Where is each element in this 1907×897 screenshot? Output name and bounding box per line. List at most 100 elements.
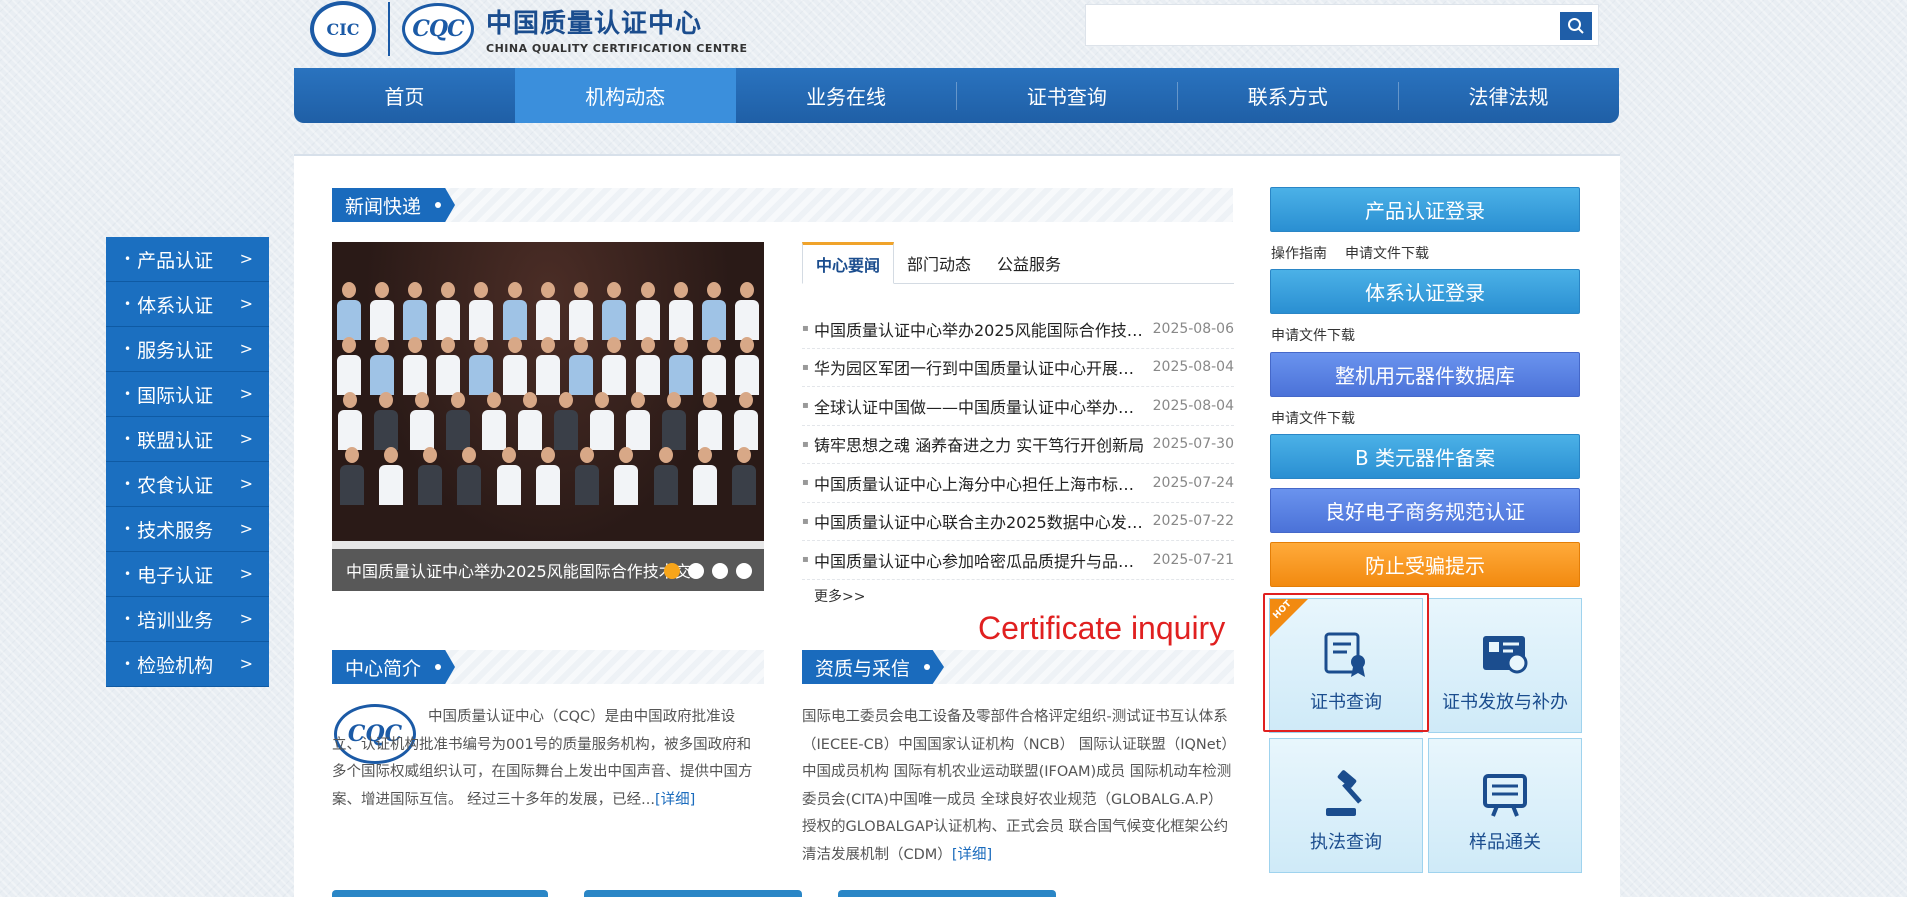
slide-dot[interactable] bbox=[712, 563, 728, 579]
nav-item-business[interactable]: 业务在线 bbox=[736, 68, 957, 123]
more-news-link[interactable]: 更多>> bbox=[814, 586, 865, 606]
slideshow-image bbox=[332, 282, 764, 561]
application-download-link[interactable]: 申请文件下载 bbox=[1345, 243, 1429, 263]
operation-guide-link[interactable]: 操作指南 bbox=[1271, 243, 1327, 263]
law-enforcement-tile[interactable]: 执法查询 bbox=[1269, 738, 1423, 873]
bullet-icon: ▪ bbox=[802, 438, 809, 450]
components-database-button[interactable]: 整机用元器件数据库 bbox=[1270, 352, 1580, 397]
sidebar-item[interactable]: • 培训业务 > bbox=[106, 597, 269, 642]
product-cert-login-button[interactable]: 产品认证登录 bbox=[1270, 187, 1580, 232]
application-download-link[interactable]: 申请文件下载 bbox=[1271, 325, 1355, 345]
sidebar-item-label: 体系认证 bbox=[137, 294, 214, 317]
bullet-icon: ▪ bbox=[802, 361, 809, 373]
list-item[interactable]: ▪ 中国质量认证中心上海分中心担任上海市标准化组织 2025-07-24 bbox=[802, 464, 1234, 503]
sidebar-item-label: 检验机构 bbox=[137, 654, 214, 677]
search-input[interactable] bbox=[1086, 5, 1556, 45]
sidebar-item-label: 产品认证 bbox=[137, 249, 214, 272]
news-date: 2025-08-06 bbox=[1152, 320, 1234, 337]
list-item[interactable]: ▪ 中国质量认证中心参加哈密瓜品质提升与品牌建设 2025-07-21 bbox=[802, 541, 1234, 580]
news-title[interactable]: 华为园区军团一行到中国质量认证中心开展交流 bbox=[814, 355, 1149, 379]
org-name-en: CHINA QUALITY CERTIFICATION CENTRE bbox=[486, 42, 748, 55]
news-title[interactable]: 全球认证中国做——中国质量认证中心举办活动 bbox=[814, 394, 1149, 418]
tab-center-news[interactable]: 中心要闻 bbox=[802, 242, 895, 284]
news-slideshow[interactable]: 中国质量认证中心举办2025风能国际合作技术交 bbox=[332, 242, 764, 591]
news-title[interactable]: 铸牢思想之魂 涵养奋进之力 实干笃行开创新局 bbox=[814, 432, 1149, 456]
sidebar-item[interactable]: • 农食认证 > bbox=[106, 462, 269, 507]
sidebar-item[interactable]: • 技术服务 > bbox=[106, 507, 269, 552]
bullet-icon: • bbox=[124, 432, 132, 446]
gavel-icon bbox=[1326, 770, 1362, 816]
certificate-issue-tile[interactable]: 证书发放与补办 bbox=[1428, 598, 1582, 733]
qualification-text: 国际电工委员会电工设备及零部件合格评定组织-测试证书互认体系（IECEE-CB）… bbox=[802, 704, 1234, 869]
anti-fraud-button[interactable]: 防止受骗提示 bbox=[1270, 542, 1580, 587]
sidebar-item-label: 国际认证 bbox=[137, 384, 214, 407]
news-list: ▪ 中国质量认证中心举办2025风能国际合作技术交流会2025-08-06 ▪ 华为… bbox=[802, 310, 1234, 580]
application-download-link[interactable]: 申请文件下载 bbox=[1271, 408, 1355, 428]
tile-label: 证书发放与补办 bbox=[1442, 692, 1568, 713]
site-logo[interactable]: CIC CQC 中国质量认证中心 CHINA QUALITY CERTIFICA… bbox=[310, 0, 748, 58]
intro-section-header: 中心简介 bbox=[332, 650, 764, 684]
sidebar-item-label: 培训业务 bbox=[137, 609, 214, 632]
sidebar-item[interactable]: • 电子认证 > bbox=[106, 552, 269, 597]
nav-item-home[interactable]: 首页 bbox=[294, 68, 515, 123]
cic-logo: CIC bbox=[310, 1, 376, 57]
system-cert-login-button[interactable]: 体系认证登录 bbox=[1270, 269, 1580, 314]
chevron-right-icon: > bbox=[239, 564, 253, 583]
news-section-header: 新闻快递 bbox=[332, 188, 1233, 222]
sidebar-item[interactable]: • 产品认证 > bbox=[106, 237, 269, 282]
logo-divider bbox=[388, 2, 390, 56]
ecommerce-cert-button[interactable]: 良好电子商务规范认证 bbox=[1270, 488, 1580, 533]
news-title[interactable]: 中国质量认证中心参加哈密瓜品质提升与品牌建设 bbox=[814, 548, 1149, 572]
search-bar bbox=[1085, 4, 1599, 46]
product-links: 操作指南 申请文件下载 bbox=[1271, 243, 1429, 263]
qualification-detail-link[interactable]: [详细] bbox=[952, 847, 992, 863]
bullet-icon: ▪ bbox=[802, 477, 809, 489]
sidebar-item[interactable]: • 联盟认证 > bbox=[106, 417, 269, 462]
nav-item-law[interactable]: 法律法规 bbox=[1398, 68, 1619, 123]
slide-dot[interactable] bbox=[688, 563, 704, 579]
slide-dot[interactable] bbox=[664, 563, 680, 579]
list-item[interactable]: ▪ 中国质量认证中心举办2025风能国际合作技术交流会2025-08-06 bbox=[802, 310, 1234, 349]
list-item[interactable]: ▪ 中国质量认证中心联合主办2025数据中心发展大会 2025-07-22 bbox=[802, 503, 1234, 541]
components-links: 申请文件下载 bbox=[1271, 408, 1355, 428]
sidebar-item[interactable]: • 体系认证 > bbox=[106, 282, 269, 327]
bullet-icon: ▪ bbox=[802, 400, 809, 412]
news-title[interactable]: 中国质量认证中心联合主办2025数据中心发展大会 bbox=[814, 509, 1149, 533]
chevron-right-icon: > bbox=[239, 339, 253, 358]
sidebar-item[interactable]: • 检验机构 > bbox=[106, 642, 269, 687]
annotation-label: Certificate inquiry bbox=[978, 610, 1226, 646]
sidebar-item[interactable]: • 服务认证 > bbox=[106, 327, 269, 372]
sample-clearance-tile[interactable]: 样品通关 bbox=[1428, 738, 1582, 873]
tab-department-news[interactable]: 部门动态 bbox=[894, 242, 984, 283]
certificate-issue-icon bbox=[1483, 636, 1528, 674]
sample-board-icon bbox=[1483, 774, 1527, 817]
tab-public-service[interactable]: 公益服务 bbox=[984, 242, 1074, 283]
news-date: 2025-08-04 bbox=[1152, 397, 1234, 414]
chevron-right-icon: > bbox=[239, 429, 253, 448]
class-b-component-button[interactable]: B 类元器件备案 bbox=[1270, 434, 1580, 479]
bullet-icon: • bbox=[124, 252, 132, 266]
nav-item-certificate[interactable]: 证书查询 bbox=[956, 68, 1177, 123]
nav-item-contact[interactable]: 联系方式 bbox=[1177, 68, 1398, 123]
list-item[interactable]: ▪ 华为园区军团一行到中国质量认证中心开展交流 2025-08-04 bbox=[802, 349, 1234, 387]
list-item[interactable]: ▪ 铸牢思想之魂 涵养奋进之力 实干笃行开创新局 2025-07-30 bbox=[802, 426, 1234, 464]
cqc-logo: CQC bbox=[402, 3, 474, 55]
slide-dot[interactable] bbox=[736, 563, 752, 579]
section-title: 新闻快递 bbox=[332, 188, 456, 222]
news-title[interactable]: 中国质量认证中心上海分中心担任上海市标准化组织 bbox=[814, 471, 1149, 495]
org-name-cn: 中国质量认证中心 bbox=[486, 9, 703, 39]
sidebar-item-label: 电子认证 bbox=[137, 564, 214, 587]
qualification-section-header: 资质与采信 bbox=[802, 650, 1234, 684]
bottom-tab bbox=[838, 890, 1056, 897]
bullet-icon: • bbox=[124, 612, 132, 626]
chevron-right-icon: > bbox=[239, 384, 253, 403]
search-button[interactable] bbox=[1560, 12, 1592, 40]
nav-item-news[interactable]: 机构动态 bbox=[514, 68, 736, 123]
news-date: 2025-07-22 bbox=[1152, 513, 1234, 530]
list-item[interactable]: ▪ 全球认证中国做——中国质量认证中心举办活动 2025-08-04 bbox=[802, 387, 1234, 426]
news-title[interactable]: 中国质量认证中心举办2025风能国际合作技术交流会 bbox=[814, 317, 1149, 341]
sidebar-item[interactable]: • 国际认证 > bbox=[106, 372, 269, 417]
intro-text: 中国质量认证中心（CQC）是由中国政府批准设立、认证机构批准书编号为001号的质… bbox=[332, 704, 762, 814]
bullet-icon: ▪ bbox=[802, 515, 809, 527]
intro-detail-link[interactable]: [详细] bbox=[655, 792, 695, 808]
